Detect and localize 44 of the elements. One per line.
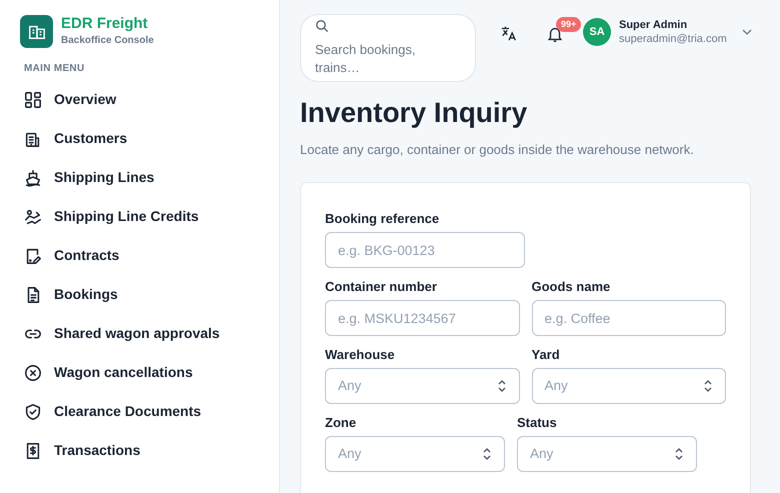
ship-icon — [24, 168, 42, 186]
user-name: Super Admin — [619, 18, 688, 32]
grid-icon — [24, 90, 42, 108]
sidebar-item[interactable]: Shipping Lines — [20, 158, 259, 197]
field-label: Booking reference — [325, 210, 440, 228]
field-label: Warehouse — [325, 346, 396, 364]
sidebar-item[interactable]: Overview — [20, 80, 259, 119]
shield-check-icon — [24, 402, 42, 420]
sidebar-item[interactable]: Clearance Documents — [20, 392, 259, 431]
field-label: Yard — [532, 346, 561, 364]
user-email: superadmin@tria.com — [619, 32, 727, 46]
up-down-chevron-icon — [482, 447, 492, 461]
x-circle-icon — [24, 364, 42, 382]
field-label: Container number — [325, 278, 438, 296]
sidebar-item[interactable]: Contracts — [20, 236, 259, 275]
input-field[interactable]: e.g. BKG-00123 — [325, 232, 525, 268]
exchange-icon — [24, 208, 42, 226]
translate-icon[interactable] — [500, 24, 518, 42]
input-field[interactable]: e.g. MSKU1234567 — [325, 300, 520, 336]
field-label: Goods name — [532, 278, 612, 296]
sidebar-item[interactable]: Wagon cancellations — [20, 353, 259, 392]
logo-icon — [20, 15, 53, 48]
sidebar-item[interactable]: Shipping Line Credits — [20, 197, 259, 236]
sidebar-item[interactable]: Bookings — [20, 275, 259, 314]
brand-name: EDR Freight — [61, 15, 149, 33]
up-down-chevron-icon — [703, 379, 713, 393]
receipt-icon — [24, 442, 42, 460]
avatar: SA — [583, 18, 611, 46]
search-field[interactable]: Search bookings, trains… — [300, 14, 476, 82]
sidebar-item[interactable]: Transactions — [20, 431, 259, 470]
document-pen-icon — [24, 246, 42, 264]
sidebar-item[interactable]: Customers — [20, 119, 259, 158]
input-field[interactable]: e.g. Coffee — [532, 300, 726, 336]
brand-subtitle: Backoffice Console — [61, 34, 154, 48]
up-down-chevron-icon — [496, 379, 506, 393]
field-label: Zone — [325, 414, 358, 432]
page-title: Inventory Inquiry — [300, 96, 528, 130]
sidebar-item[interactable]: Shared wagon approvals — [20, 314, 259, 353]
section-label: MAIN MENU — [24, 62, 86, 76]
notification-count: 99+ — [556, 17, 582, 32]
field-label: Status — [517, 414, 558, 432]
search-icon — [315, 19, 329, 33]
page-subtitle: Locate any cargo, container or goods inside the warehouse network. — [300, 141, 695, 159]
up-down-chevron-icon — [674, 447, 684, 461]
